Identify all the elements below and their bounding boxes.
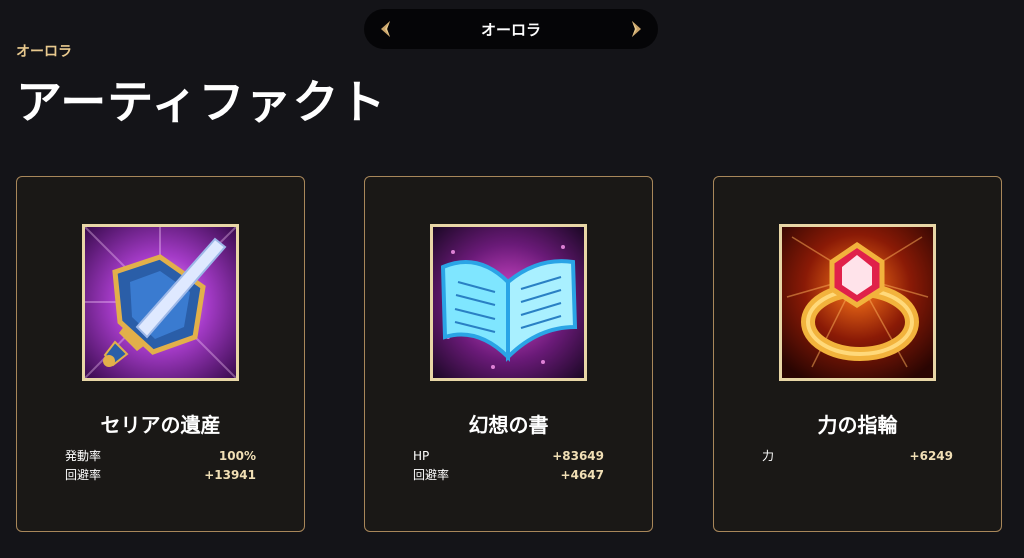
character-name: オーロラ <box>480 20 541 39</box>
stat-value: +83649 <box>552 449 604 463</box>
chevron-left-icon <box>381 21 390 37</box>
stat-label: HP <box>413 449 430 463</box>
page-title: アーティファクト <box>16 75 387 129</box>
magic-book-icon <box>433 227 584 378</box>
artifact-name: 幻想の書 <box>468 413 549 437</box>
artifact-stats: 発動率 100% 回避率 +13941 <box>65 447 256 485</box>
artifact-card[interactable]: 力の指輪 力 +6249 <box>713 176 1002 532</box>
character-switcher: オーロラ <box>364 9 658 49</box>
artifact-image <box>82 224 239 381</box>
stat-value: +4647 <box>560 468 604 482</box>
artifact-stats: HP +83649 回避率 +4647 <box>413 447 604 485</box>
artifact-image <box>430 224 587 381</box>
stat-value: +6249 <box>909 449 953 463</box>
artifact-image <box>779 224 936 381</box>
stat-value: 100% <box>218 449 256 463</box>
stat-row: 発動率 100% <box>65 447 256 466</box>
stat-label: 回避率 <box>65 468 102 482</box>
stat-label: 発動率 <box>65 449 102 463</box>
stat-value: +13941 <box>204 468 256 482</box>
stat-row: 回避率 +4647 <box>413 466 604 485</box>
stat-label: 回避率 <box>413 468 450 482</box>
artifact-stats: 力 +6249 <box>762 447 953 466</box>
artifact-card[interactable]: セリアの遺産 発動率 100% 回避率 +13941 <box>16 176 305 532</box>
artifact-name: セリアの遺産 <box>100 413 221 437</box>
stat-row: HP +83649 <box>413 447 604 466</box>
stat-row: 力 +6249 <box>762 447 953 466</box>
artifact-name: 力の指輪 <box>817 413 898 437</box>
stat-label: 力 <box>762 449 775 463</box>
artifact-card[interactable]: 幻想の書 HP +83649 回避率 +4647 <box>364 176 653 532</box>
sword-shield-icon <box>85 227 236 378</box>
prev-character-button[interactable] <box>376 19 396 39</box>
ruby-ring-icon <box>782 227 933 378</box>
stat-row: 回避率 +13941 <box>65 466 256 485</box>
next-character-button[interactable] <box>626 19 646 39</box>
page-subtitle: オーロラ <box>16 44 72 60</box>
chevron-right-icon <box>631 21 641 37</box>
